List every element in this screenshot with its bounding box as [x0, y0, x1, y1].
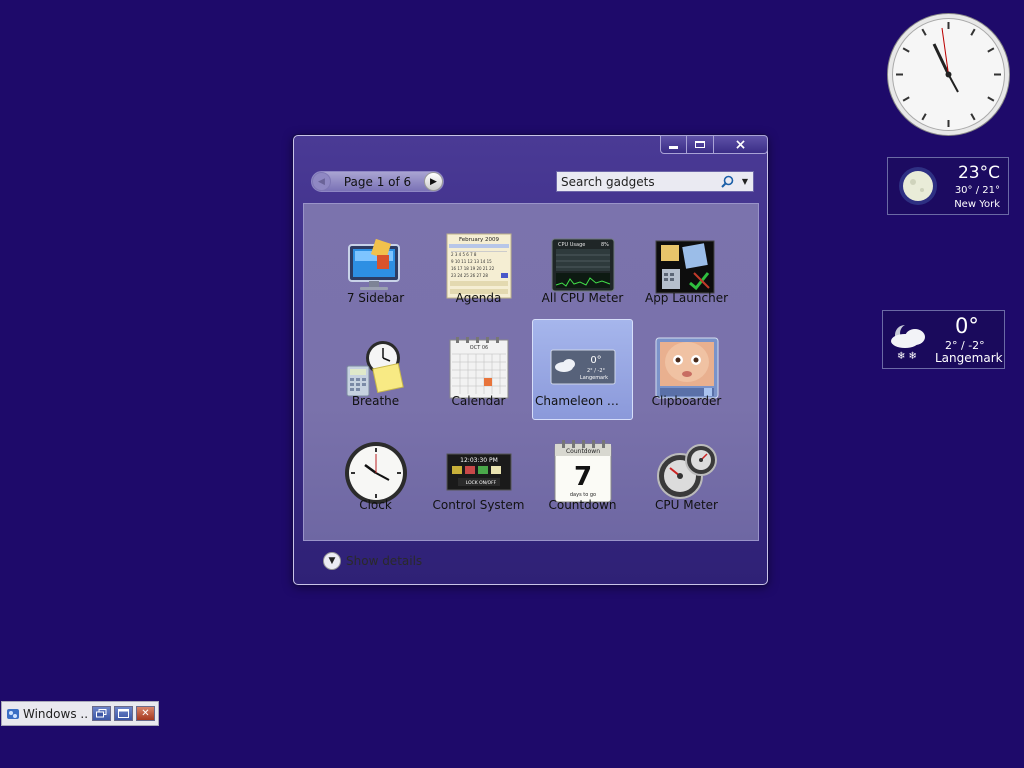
gadget-label: Calendar — [451, 394, 506, 408]
snow-cloud-icon: ❄ ❄ — [891, 325, 925, 362]
search-icon[interactable] — [717, 175, 737, 188]
cpu-title-text: CPU Usage — [558, 242, 585, 248]
weather-gadget-new-york[interactable]: 23°C 30° / 21° New York — [887, 157, 1009, 215]
app-launcher-icon — [655, 240, 715, 294]
gadget-label: Chameleon We... — [535, 394, 632, 408]
moon-icon — [899, 167, 937, 205]
page-indicator: Page 1 of 6 — [343, 174, 412, 189]
weather-range: 30° / 21° — [954, 185, 1000, 196]
weather-city: New York — [954, 199, 1000, 210]
gadget-label: Clock — [359, 498, 392, 512]
weather-city: Langemark — [935, 351, 1003, 365]
gadget-tile-breathe[interactable]: Breathe — [325, 319, 426, 420]
next-page-button[interactable]: ▶ — [424, 172, 443, 191]
clock-calculator-icon — [346, 341, 404, 397]
weather-icon-city: Langemark — [580, 375, 608, 381]
maximize-button[interactable] — [114, 706, 133, 721]
window-caption-buttons: × — [660, 135, 768, 155]
minimized-window-bar[interactable]: Windows ... ✕ — [1, 701, 159, 726]
weather-icon: 0° 2° / -2° Langemark — [550, 349, 616, 385]
gadget-label: App Launcher — [644, 291, 729, 305]
close-icon: ✕ — [141, 708, 150, 719]
minimize-icon — [669, 146, 678, 149]
gadget-tile-clipboarder[interactable]: Clipboarder — [636, 319, 737, 420]
close-button[interactable]: × — [714, 135, 768, 154]
restore-icon — [96, 709, 107, 718]
gadget-tile-all-cpu-meter[interactable]: CPU Usage 8% All CPU Meter — [532, 216, 633, 317]
close-icon: × — [734, 136, 747, 153]
search-dropdown-arrow[interactable]: ▼ — [737, 177, 753, 186]
gadget-tile-chameleon-weather[interactable]: 0° 2° / -2° Langemark Chameleon We... — [532, 319, 633, 420]
close-button[interactable]: ✕ — [136, 706, 155, 721]
show-details-label: Show details — [346, 554, 423, 568]
show-details-toggle[interactable]: ▼ Show details — [323, 552, 422, 570]
desktop-clock-gadget[interactable] — [886, 12, 1011, 137]
cpu-gauge-icon — [657, 444, 717, 499]
svg-text:2 3 4 5 6 7 8: 2 3 4 5 6 7 8 — [451, 252, 477, 257]
maximize-icon — [695, 141, 705, 148]
search-box: ▼ — [556, 171, 754, 192]
clock-icon — [345, 442, 407, 504]
cpu-pct-text: 8% — [601, 242, 609, 248]
gadget-label: Breathe — [351, 394, 400, 408]
countdown-number-text: 7 — [574, 462, 592, 492]
calendar-icon: OCT 06 — [449, 337, 509, 399]
gadget-tile-7-sidebar[interactable]: 7 Sidebar — [325, 216, 426, 317]
maximize-button[interactable] — [687, 135, 714, 154]
page-navigator: ◀ Page 1 of 6 ▶ — [311, 171, 444, 192]
minimize-button[interactable] — [660, 135, 687, 154]
gadget-tile-cpu-meter[interactable]: CPU Meter — [636, 423, 737, 524]
gadget-tile-calendar[interactable]: OCT 06 Calendar — [428, 319, 529, 420]
restore-button[interactable] — [92, 706, 111, 721]
search-input[interactable] — [557, 174, 717, 189]
gadget-label: Agenda — [455, 291, 502, 305]
weather-gadget-langemark[interactable]: ❄ ❄ 0° 2° / -2° Langemark — [882, 310, 1005, 369]
weather-temperature: 0° — [955, 314, 979, 338]
minimized-window-title: Windows ... — [23, 706, 89, 721]
gadget-grid: 7 Sidebar February 2009 2 3 4 5 6 7 8 9 … — [304, 204, 758, 540]
gadget-tile-countdown[interactable]: Countdown 7 days to go Countdown — [532, 423, 633, 524]
gadget-tile-clock[interactable]: Clock — [325, 423, 426, 524]
gadget-label: 7 Sidebar — [346, 291, 405, 305]
chevron-down-icon: ▼ — [323, 552, 341, 570]
gadget-tile-app-launcher[interactable]: App Launcher — [636, 216, 737, 317]
agenda-month-text: February 2009 — [459, 237, 500, 243]
gadget-tile-control-system[interactable]: 12:03:30 PM LOCK ON/OFF Control System — [428, 423, 529, 524]
control-lock-text: LOCK ON/OFF — [466, 480, 497, 486]
weather-temperature: 23°C — [957, 163, 1000, 183]
gadget-label: Clipboarder — [651, 394, 722, 408]
weather-icon-range: 2° / -2° — [587, 368, 606, 374]
control-time-text: 12:03:30 PM — [460, 457, 498, 464]
svg-text:9 10 11 12 13 14 15: 9 10 11 12 13 14 15 — [451, 259, 492, 264]
cpu-monitor-icon: CPU Usage 8% — [551, 238, 615, 292]
svg-text:23 24 25 26 27 28: 23 24 25 26 27 28 — [451, 273, 488, 278]
agenda-calendar-icon: February 2009 2 3 4 5 6 7 8 9 10 11 12 1… — [446, 233, 512, 299]
gadget-gallery-window: × ◀ Page 1 of 6 ▶ ▼ — [293, 135, 768, 585]
gadget-grid-panel: 7 Sidebar February 2009 2 3 4 5 6 7 8 9 … — [303, 203, 759, 541]
weather-icon-temp: 0° — [590, 355, 601, 366]
gadget-tile-agenda[interactable]: February 2009 2 3 4 5 6 7 8 9 10 11 12 1… — [428, 216, 529, 317]
maximize-icon — [118, 709, 129, 718]
gadget-label: Control System — [432, 498, 525, 512]
previous-page-button[interactable]: ◀ — [312, 172, 331, 191]
control-panel-icon: 12:03:30 PM LOCK ON/OFF — [446, 453, 512, 491]
monitor-icon — [348, 238, 400, 290]
baby-face-icon — [655, 337, 719, 399]
gadget-label: Countdown — [548, 498, 617, 512]
svg-text:❄ ❄: ❄ ❄ — [897, 351, 917, 362]
gadget-label: CPU Meter — [655, 498, 718, 512]
gadget-label: All CPU Meter — [541, 291, 624, 305]
calendar-month-text: OCT 06 — [470, 345, 488, 351]
svg-text:16 17 18 19 20 21 22: 16 17 18 19 20 21 22 — [451, 266, 495, 271]
countdown-calendar-icon: Countdown 7 days to go — [554, 440, 612, 503]
countdown-title-text: Countdown — [566, 448, 600, 455]
gadgets-app-icon — [7, 708, 19, 719]
